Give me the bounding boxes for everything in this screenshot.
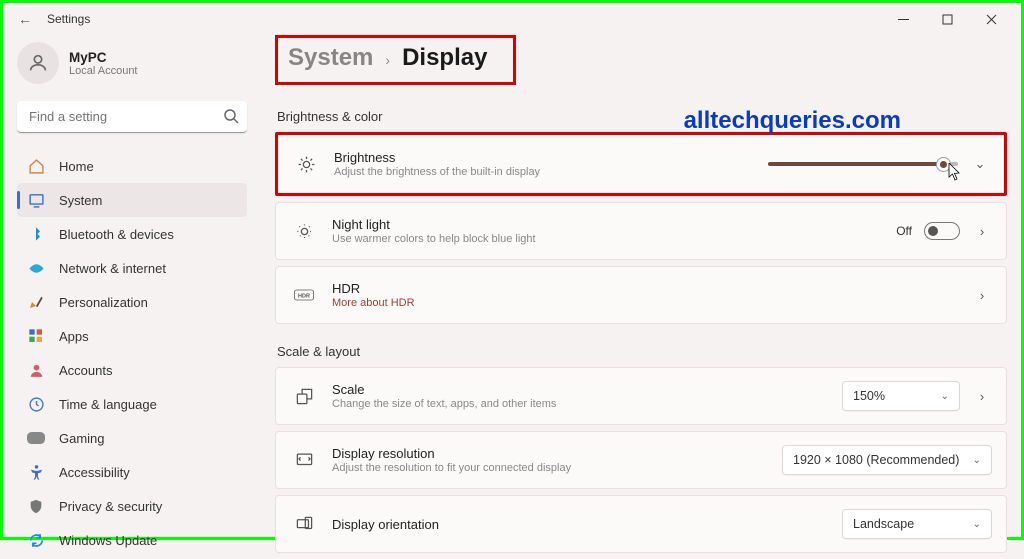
sidebar-item-label: Personalization — [59, 295, 148, 310]
sidebar-item-system[interactable]: System — [17, 183, 247, 217]
network-icon — [27, 259, 45, 277]
hdr-icon: HDR — [294, 288, 314, 302]
chevron-right-icon[interactable]: › — [972, 288, 992, 303]
brightness-icon — [296, 155, 316, 174]
search-input[interactable] — [17, 101, 247, 133]
breadcrumb-parent[interactable]: System — [288, 44, 373, 72]
sidebar-item-label: Network & internet — [59, 261, 166, 276]
home-icon — [27, 157, 45, 175]
accounts-icon — [27, 361, 45, 379]
sidebar-item-label: Bluetooth & devices — [59, 227, 174, 242]
scale-dropdown[interactable]: 150% ⌄ — [842, 381, 960, 411]
bluetooth-icon — [27, 225, 45, 243]
svg-text:HDR: HDR — [298, 294, 310, 300]
card-brightness[interactable]: Brightness Adjust the brightness of the … — [278, 135, 1004, 193]
dropdown-value: 1920 × 1080 (Recommended) — [793, 453, 959, 467]
card-title: Night light — [332, 217, 536, 232]
card-scale[interactable]: Scale Change the size of text, apps, and… — [275, 367, 1007, 425]
maximize-button[interactable] — [925, 5, 969, 33]
card-subtitle: Use warmer colors to help block blue lig… — [332, 233, 536, 245]
toggle-state-label: Off — [896, 224, 912, 238]
sidebar-item-label: System — [59, 193, 102, 208]
time-icon — [27, 395, 45, 413]
card-subtitle: Change the size of text, apps, and other… — [332, 398, 556, 410]
brightness-slider[interactable] — [768, 154, 958, 174]
user-subtitle: Local Account — [69, 65, 138, 77]
watermark-text: alltechqueries.com — [684, 107, 901, 135]
sidebar-item-label: Accessibility — [59, 465, 130, 480]
section-scale-layout: Scale & layout — [277, 344, 1007, 359]
card-title: Display resolution — [332, 446, 571, 461]
orientation-dropdown[interactable]: Landscape ⌄ — [842, 509, 992, 539]
orientation-icon — [294, 515, 314, 534]
sidebar-item-accessibility[interactable]: Accessibility — [17, 455, 247, 489]
sidebar-item-label: Home — [59, 159, 94, 174]
chevron-right-icon: › — [385, 52, 390, 68]
hdr-link[interactable]: More about HDR — [332, 297, 415, 309]
card-orientation[interactable]: Display orientation Landscape ⌄ — [275, 495, 1007, 553]
chevron-down-icon: ⌄ — [973, 455, 981, 466]
minimize-button[interactable] — [881, 5, 925, 33]
highlight-brightness: Brightness Adjust the brightness of the … — [275, 132, 1007, 196]
sidebar-item-apps[interactable]: Apps — [17, 319, 247, 353]
resolution-dropdown[interactable]: 1920 × 1080 (Recommended) ⌄ — [782, 445, 992, 475]
card-title: Brightness — [334, 150, 540, 165]
card-resolution[interactable]: Display resolution Adjust the resolution… — [275, 431, 1007, 489]
card-night-light[interactable]: Night light Use warmer colors to help bl… — [275, 202, 1007, 260]
close-button[interactable] — [969, 5, 1013, 33]
card-subtitle: Adjust the brightness of the built-in di… — [334, 166, 540, 178]
sidebar-item-label: Windows Update — [59, 533, 157, 548]
chevron-right-icon[interactable]: › — [972, 224, 992, 239]
night-light-icon — [294, 222, 314, 241]
card-title: HDR — [332, 281, 415, 296]
chevron-down-icon: ⌄ — [941, 391, 949, 402]
search-box[interactable] — [17, 101, 247, 133]
accessibility-icon — [27, 463, 45, 481]
resolution-icon — [294, 451, 314, 470]
system-icon — [27, 191, 45, 209]
sidebar-item-windows-update[interactable]: Windows Update — [17, 523, 247, 557]
night-light-toggle[interactable] — [924, 222, 960, 240]
avatar — [17, 42, 59, 84]
update-icon — [27, 531, 45, 549]
sidebar-item-label: Time & language — [59, 397, 157, 412]
sidebar-item-accounts[interactable]: Accounts — [17, 353, 247, 387]
sidebar-item-time-language[interactable]: Time & language — [17, 387, 247, 421]
titlebar: ← Settings — [3, 3, 1021, 35]
card-title: Display orientation — [332, 517, 439, 532]
chevron-down-icon: ⌄ — [973, 519, 981, 530]
card-subtitle: Adjust the resolution to fit your connec… — [332, 462, 571, 474]
back-button[interactable]: ← — [11, 11, 39, 27]
sidebar-item-label: Apps — [59, 329, 89, 344]
chevron-right-icon[interactable]: › — [972, 389, 992, 404]
breadcrumb-current: Display — [402, 44, 487, 72]
sidebar-item-label: Accounts — [59, 363, 112, 378]
sidebar-item-personalization[interactable]: Personalization — [17, 285, 247, 319]
sidebar-item-label: Privacy & security — [59, 499, 162, 514]
card-hdr[interactable]: HDR HDR More about HDR › — [275, 266, 1007, 324]
sidebar-item-privacy[interactable]: Privacy & security — [17, 489, 247, 523]
card-title: Scale — [332, 382, 556, 397]
sidebar-item-network[interactable]: Network & internet — [17, 251, 247, 285]
user-icon — [27, 52, 49, 74]
sidebar: MyPC Local Account Home System Bluetooth… — [17, 35, 247, 559]
sidebar-item-gaming[interactable]: Gaming — [17, 421, 247, 455]
sidebar-item-label: Gaming — [59, 431, 105, 446]
user-name: MyPC — [69, 50, 138, 65]
dropdown-value: 150% — [853, 389, 885, 403]
dropdown-value: Landscape — [853, 517, 914, 531]
user-block[interactable]: MyPC Local Account — [17, 35, 247, 91]
sidebar-item-bluetooth[interactable]: Bluetooth & devices — [17, 217, 247, 251]
gaming-icon — [27, 429, 45, 447]
search-icon — [223, 108, 239, 129]
apps-icon — [27, 327, 45, 345]
personalization-icon — [27, 293, 45, 311]
window-title: Settings — [47, 12, 90, 26]
nav-list: Home System Bluetooth & devices Network … — [17, 149, 247, 557]
privacy-icon — [27, 497, 45, 515]
scale-icon — [294, 387, 314, 406]
chevron-down-icon[interactable]: ⌄ — [970, 156, 990, 172]
breadcrumb: System › Display — [275, 35, 516, 85]
sidebar-item-home[interactable]: Home — [17, 149, 247, 183]
